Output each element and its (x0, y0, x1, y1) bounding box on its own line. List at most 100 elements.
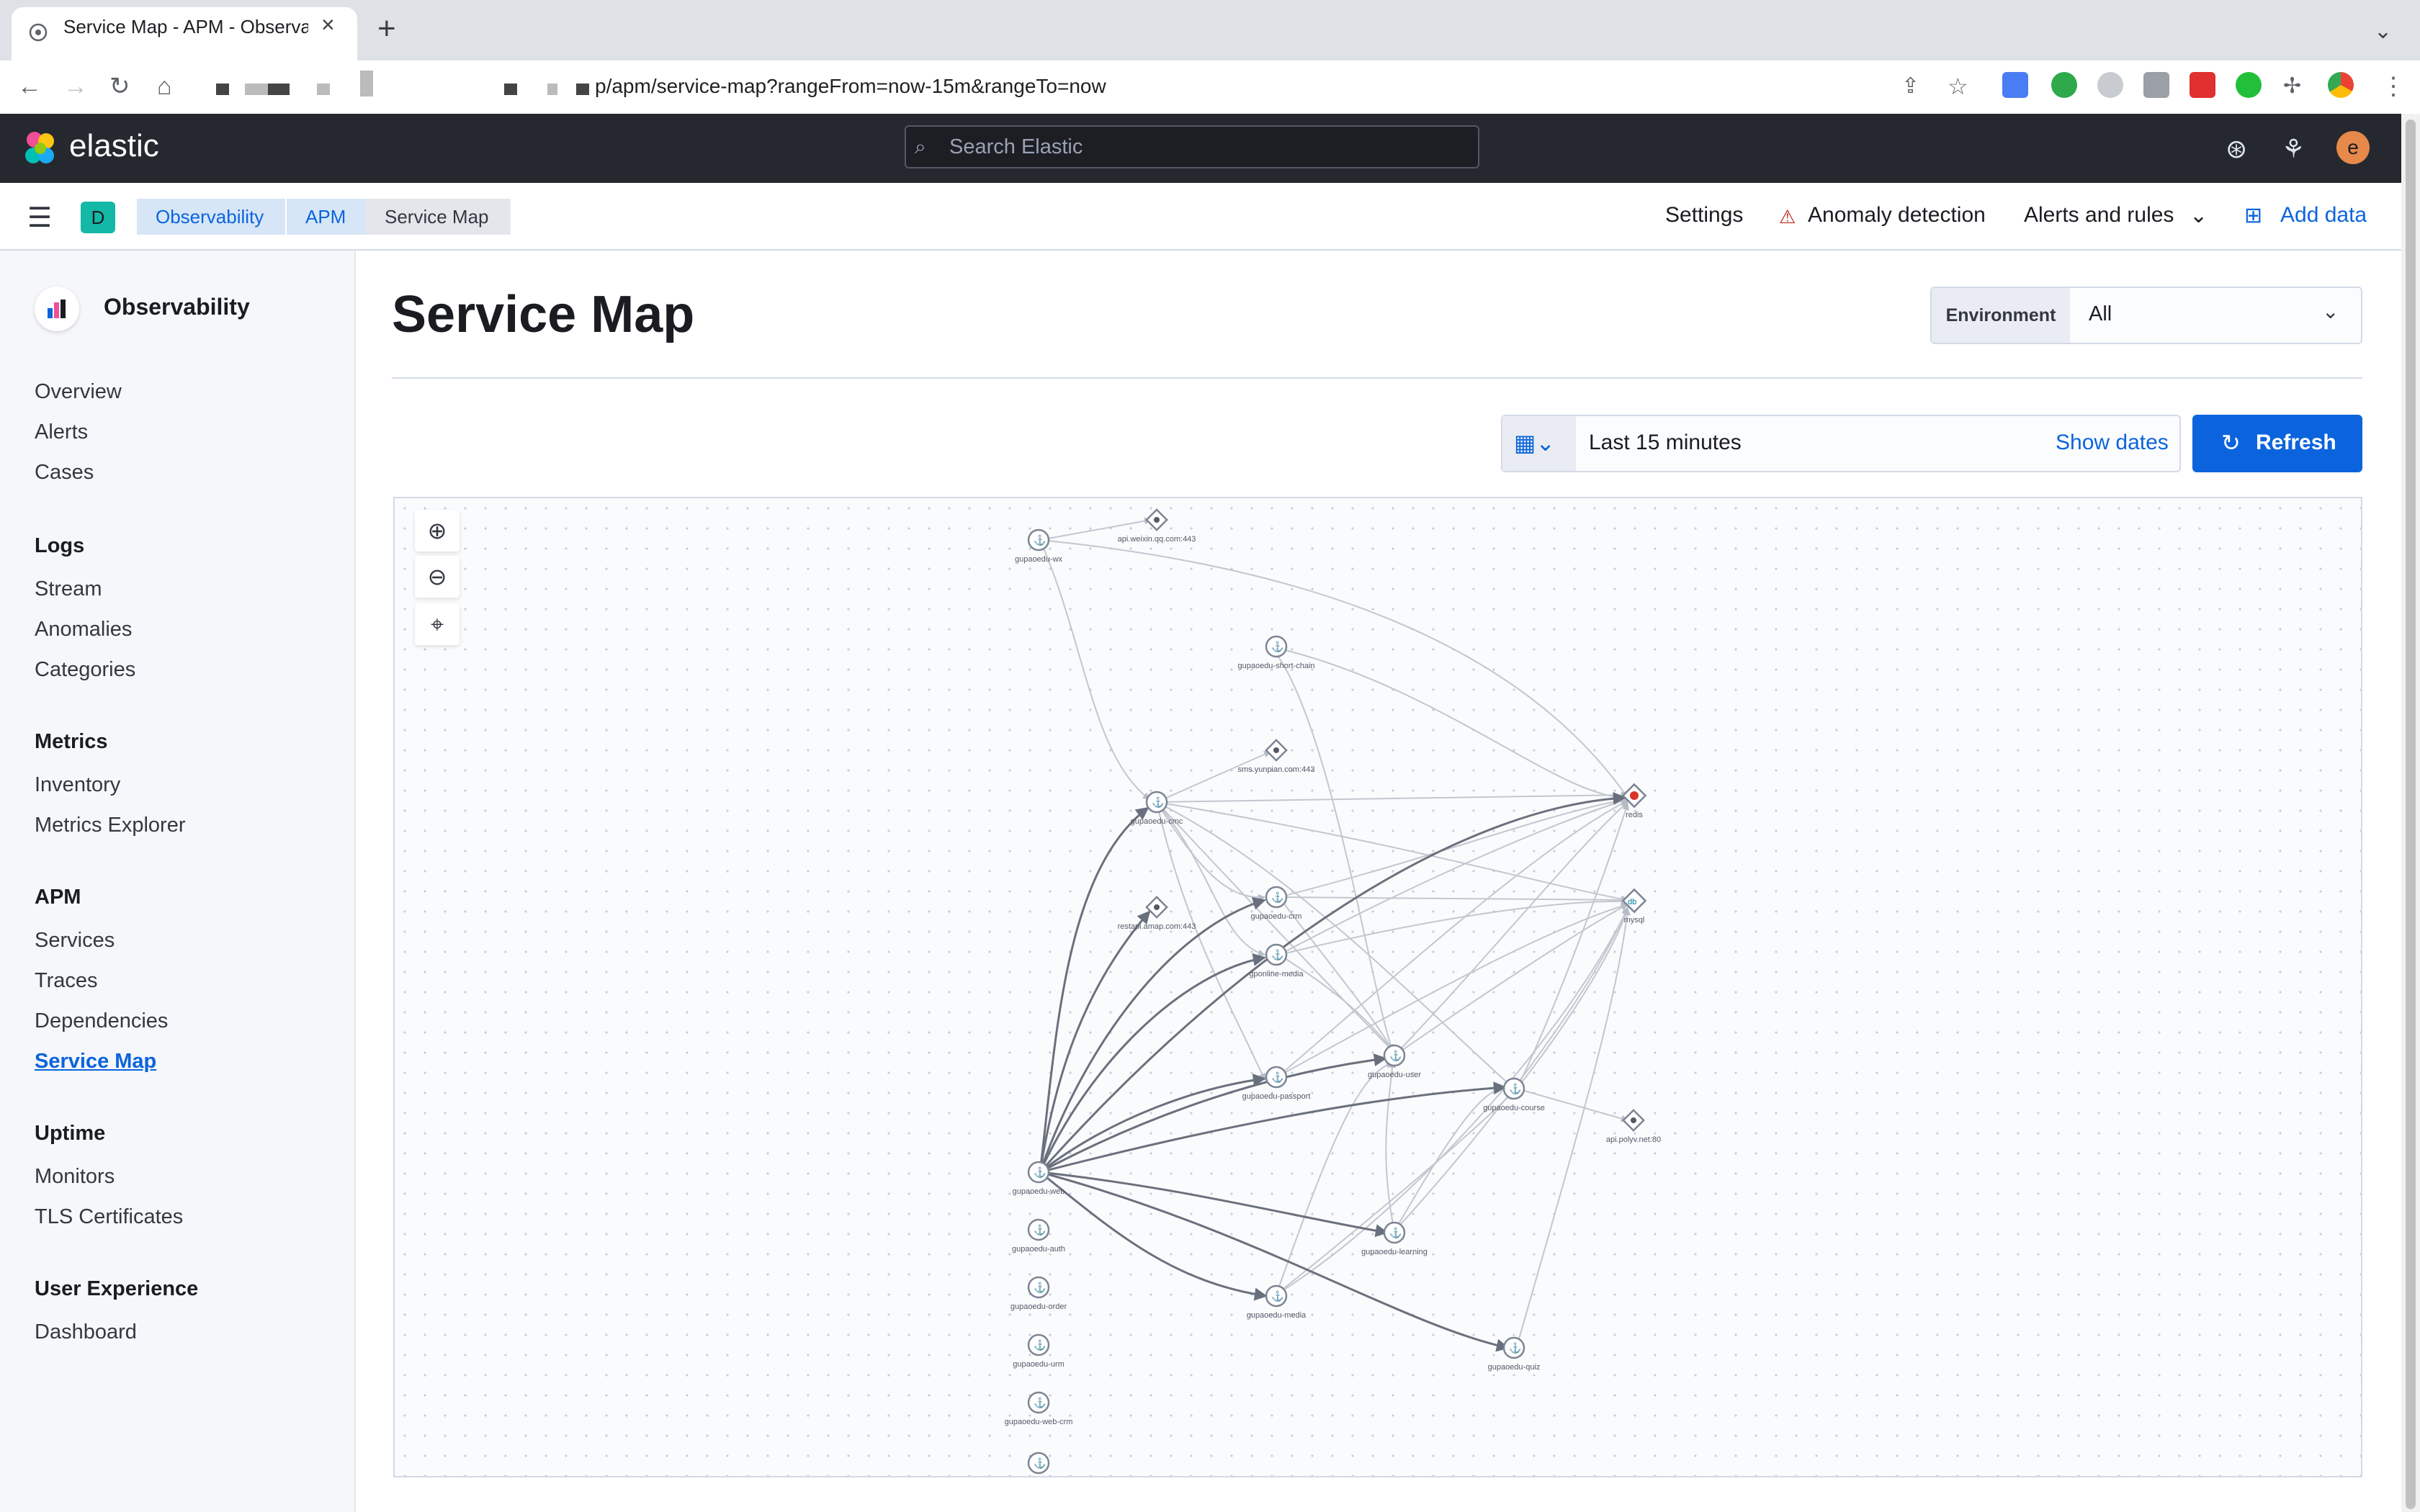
node-gupaoedu-order[interactable]: ⚓ (1027, 1276, 1050, 1299)
sidebar-item-dependencies[interactable]: Dependencies (35, 1009, 168, 1033)
forward-icon[interactable]: → (63, 71, 88, 102)
svg-text:⚓: ⚓ (1509, 1342, 1521, 1354)
chevron-down-icon[interactable]: ⌄ (2322, 300, 2339, 323)
service-map-graph[interactable]: ⚓ ⚓ ⚓ ⚓ ⚓ ⚓ ⚓ ⚓ ⚓ ⚓ ⚓ ⚓ ⚓ ⚓ ⚓ ⚓ ⚓ db gup… (393, 497, 2362, 1477)
hamburger-menu-icon[interactable]: ☰ (27, 202, 52, 234)
add-data-link[interactable]: Add data (2280, 203, 2367, 228)
sidebar-heading-uptime: Uptime (35, 1122, 106, 1145)
label-gupaoedu-learning: gupaoedu-learning (1361, 1248, 1428, 1256)
edge-cmc-redis (1156, 791, 1628, 803)
environment-value: All (2089, 302, 2112, 325)
translate-extension-icon[interactable] (2002, 72, 2028, 98)
node-unnamed-service[interactable]: ⚓ (1027, 1452, 1050, 1475)
node-gupaoedu-web[interactable]: ⚓ (1027, 1161, 1050, 1184)
help-icon[interactable]: ⊛ (2226, 134, 2247, 164)
evernote-extension-icon[interactable] (2051, 72, 2077, 98)
elastic-logo-icon[interactable] (22, 130, 59, 167)
chevron-down-icon[interactable]: ⌄ (2190, 203, 2208, 228)
breadcrumb-observability[interactable]: Observability (137, 199, 286, 235)
url-text: p/apm/service-map?rangeFrom=now-15m&rang… (595, 75, 1106, 97)
edge-cmc-crm (1156, 801, 1265, 901)
page-scrollbar-thumb[interactable] (2406, 120, 2416, 1509)
browser-menu-icon[interactable]: ⋮ (2381, 71, 2406, 102)
elastic-brand[interactable]: elastic (69, 128, 159, 164)
node-gupaoedu-web-crm[interactable]: ⚓ (1027, 1391, 1050, 1414)
sidebar-item-traces[interactable]: Traces (35, 969, 98, 993)
observability-logo-icon (35, 287, 79, 331)
extension-icon[interactable] (2097, 72, 2123, 98)
node-gupaoedu-course[interactable]: ⚓ (1502, 1077, 1525, 1100)
environment-label: Environment (1932, 288, 2070, 343)
edge-user-redis (1394, 801, 1628, 1056)
node-gupaoedu-cmc[interactable]: ⚓ (1145, 791, 1168, 814)
label-restapi-amap: restapi.amap.com:443 (1118, 922, 1196, 931)
share-icon[interactable]: ⇪ (1901, 71, 1919, 102)
new-tab-icon[interactable]: + (377, 13, 396, 45)
node-gupaoedu-quiz[interactable]: ⚓ (1502, 1336, 1525, 1359)
sidebar-item-stream[interactable]: Stream (35, 577, 102, 601)
node-gupaoedu-passport[interactable]: ⚓ (1265, 1066, 1288, 1089)
alerts-rules-menu[interactable]: Alerts and rules (2024, 203, 2174, 228)
node-gupaoedu-learning[interactable]: ⚓ (1383, 1221, 1406, 1244)
fe-extension-icon[interactable] (2190, 72, 2215, 98)
news-feed-icon[interactable]: ⚘ (2282, 134, 2305, 164)
sidebar-item-inventory[interactable]: Inventory (35, 773, 120, 797)
edge-web-learning (1039, 1171, 1389, 1238)
breadcrumb-apm[interactable]: APM (287, 199, 368, 235)
show-dates-link[interactable]: Show dates (2056, 431, 2169, 455)
sidebar-item-dashboard[interactable]: Dashboard (35, 1320, 137, 1344)
sidebar-item-cases[interactable]: Cases (35, 461, 94, 485)
sidebar-item-categories[interactable]: Categories (35, 658, 135, 682)
green-extension-icon[interactable] (2236, 72, 2262, 98)
node-gupaoedu-urm[interactable]: ⚓ (1027, 1333, 1050, 1356)
profile-chrome-icon[interactable] (2328, 72, 2354, 98)
extensions-puzzle-icon[interactable]: ✢ (2283, 71, 2301, 102)
node-gupaoedu-user[interactable]: ⚓ (1383, 1044, 1406, 1067)
tab-close-icon[interactable]: × (321, 12, 335, 38)
label-gupaoedu-short-chain: gupaoedu-short-chain (1237, 662, 1314, 670)
node-sms-yunpian[interactable] (1265, 739, 1288, 762)
sidebar-item-metrics-explorer[interactable]: Metrics Explorer (35, 814, 186, 837)
edge-web-redis (1039, 791, 1626, 1173)
node-restapi-amap[interactable] (1145, 896, 1168, 919)
sidebar-item-service-map[interactable]: Service Map (35, 1050, 156, 1074)
svg-text:⚓: ⚓ (1271, 1071, 1283, 1084)
user-avatar[interactable]: e (2336, 131, 2370, 164)
sidebar-item-monitors[interactable]: Monitors (35, 1165, 115, 1189)
label-gupaoedu-web-crm: gupaoedu-web-crm (1005, 1418, 1073, 1426)
node-gupaoedu-wx[interactable]: ⚓ (1027, 528, 1050, 552)
back-icon[interactable]: ← (17, 71, 42, 102)
sidebar-heading-logs: Logs (35, 534, 85, 557)
date-range-text[interactable]: Last 15 minutes (1589, 431, 1742, 455)
sidebar-item-services[interactable]: Services (35, 929, 115, 953)
reload-icon[interactable]: ↻ (109, 71, 130, 102)
sidebar-item-overview[interactable]: Overview (35, 380, 122, 404)
label-api-weixin: api.weixin.qq.com:443 (1118, 535, 1196, 544)
space-avatar[interactable]: D (81, 202, 115, 233)
edge-media-course (1276, 1092, 1513, 1295)
node-gupaoedu-crm[interactable]: ⚓ (1265, 886, 1288, 909)
node-gponline-media[interactable]: ⚓ (1265, 943, 1288, 966)
node-gupaoedu-short-chain[interactable]: ⚓ (1265, 635, 1288, 658)
sidebar-item-tls-certificates[interactable]: TLS Certificates (35, 1205, 183, 1229)
node-gupaoedu-auth[interactable]: ⚓ (1027, 1218, 1050, 1241)
camera-extension-icon[interactable] (2143, 72, 2169, 98)
node-api-polyv[interactable] (1622, 1109, 1645, 1132)
node-gupaoedu-media[interactable]: ⚓ (1265, 1284, 1288, 1308)
svg-text:⚓: ⚓ (1034, 1397, 1046, 1409)
tab-search-icon[interactable]: ⌄ (2374, 19, 2392, 44)
sidebar-item-anomalies[interactable]: Anomalies (35, 618, 132, 642)
home-icon[interactable]: ⌂ (157, 71, 172, 102)
search-icon: ⌕ (915, 135, 926, 158)
label-gupaoedu-course: gupaoedu-course (1483, 1104, 1545, 1112)
bookmark-star-icon[interactable]: ☆ (1948, 71, 1968, 102)
refresh-label: Refresh (2256, 431, 2336, 454)
label-redis: redis (1626, 811, 1643, 819)
label-api-polyv: api.polyv.net:80 (1606, 1135, 1661, 1144)
settings-link[interactable]: Settings (1665, 203, 1743, 228)
edge-gmedia-redis (1278, 797, 1628, 955)
node-mysql[interactable]: db (1621, 888, 1647, 914)
sidebar-item-alerts[interactable]: Alerts (35, 420, 88, 444)
edge-cmc-sms (1156, 751, 1271, 803)
anomaly-detection-link[interactable]: Anomaly detection (1808, 203, 1986, 228)
